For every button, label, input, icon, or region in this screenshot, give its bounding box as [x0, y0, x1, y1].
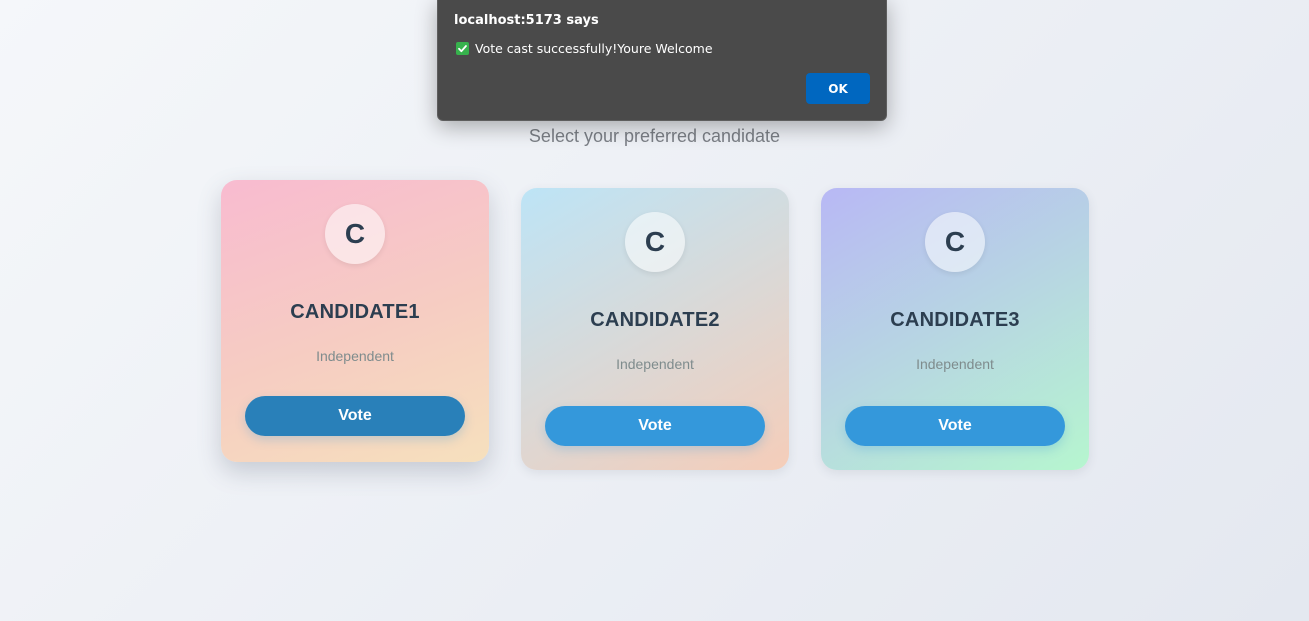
candidate-name: CANDIDATE3	[890, 309, 1020, 331]
vote-button-candidate-2[interactable]: Vote	[545, 406, 765, 446]
candidate-card-3: C CANDIDATE3 Independent Vote	[821, 188, 1089, 470]
candidate-party: Independent	[316, 348, 394, 364]
alert-title: localhost:5173 says	[454, 13, 599, 28]
candidate-card-2: C CANDIDATE2 Independent Vote	[521, 188, 789, 470]
page-subtitle: Select your preferred candidate	[528, 126, 781, 146]
ok-button[interactable]: OK	[806, 73, 870, 104]
candidate-party: Independent	[916, 356, 994, 372]
alert-dialog: localhost:5173 says Vote cast successful…	[437, 0, 887, 121]
vote-button-candidate-3[interactable]: Vote	[845, 406, 1065, 446]
alert-message: Vote cast successfully!Youre Welcome	[475, 41, 713, 56]
candidate-name: CANDIDATE2	[590, 309, 720, 331]
candidate-avatar: C	[925, 212, 985, 272]
candidate-avatar: C	[625, 212, 685, 272]
candidate-card-1: C CANDIDATE1 Independent Vote	[221, 180, 489, 462]
check-mark-icon	[456, 42, 469, 55]
candidate-avatar: C	[325, 204, 385, 264]
alert-message-row: Vote cast successfully!Youre Welcome	[456, 41, 713, 56]
vote-button-candidate-1[interactable]: Vote	[245, 396, 465, 436]
candidate-name: CANDIDATE1	[290, 301, 420, 323]
candidate-party: Independent	[616, 356, 694, 372]
